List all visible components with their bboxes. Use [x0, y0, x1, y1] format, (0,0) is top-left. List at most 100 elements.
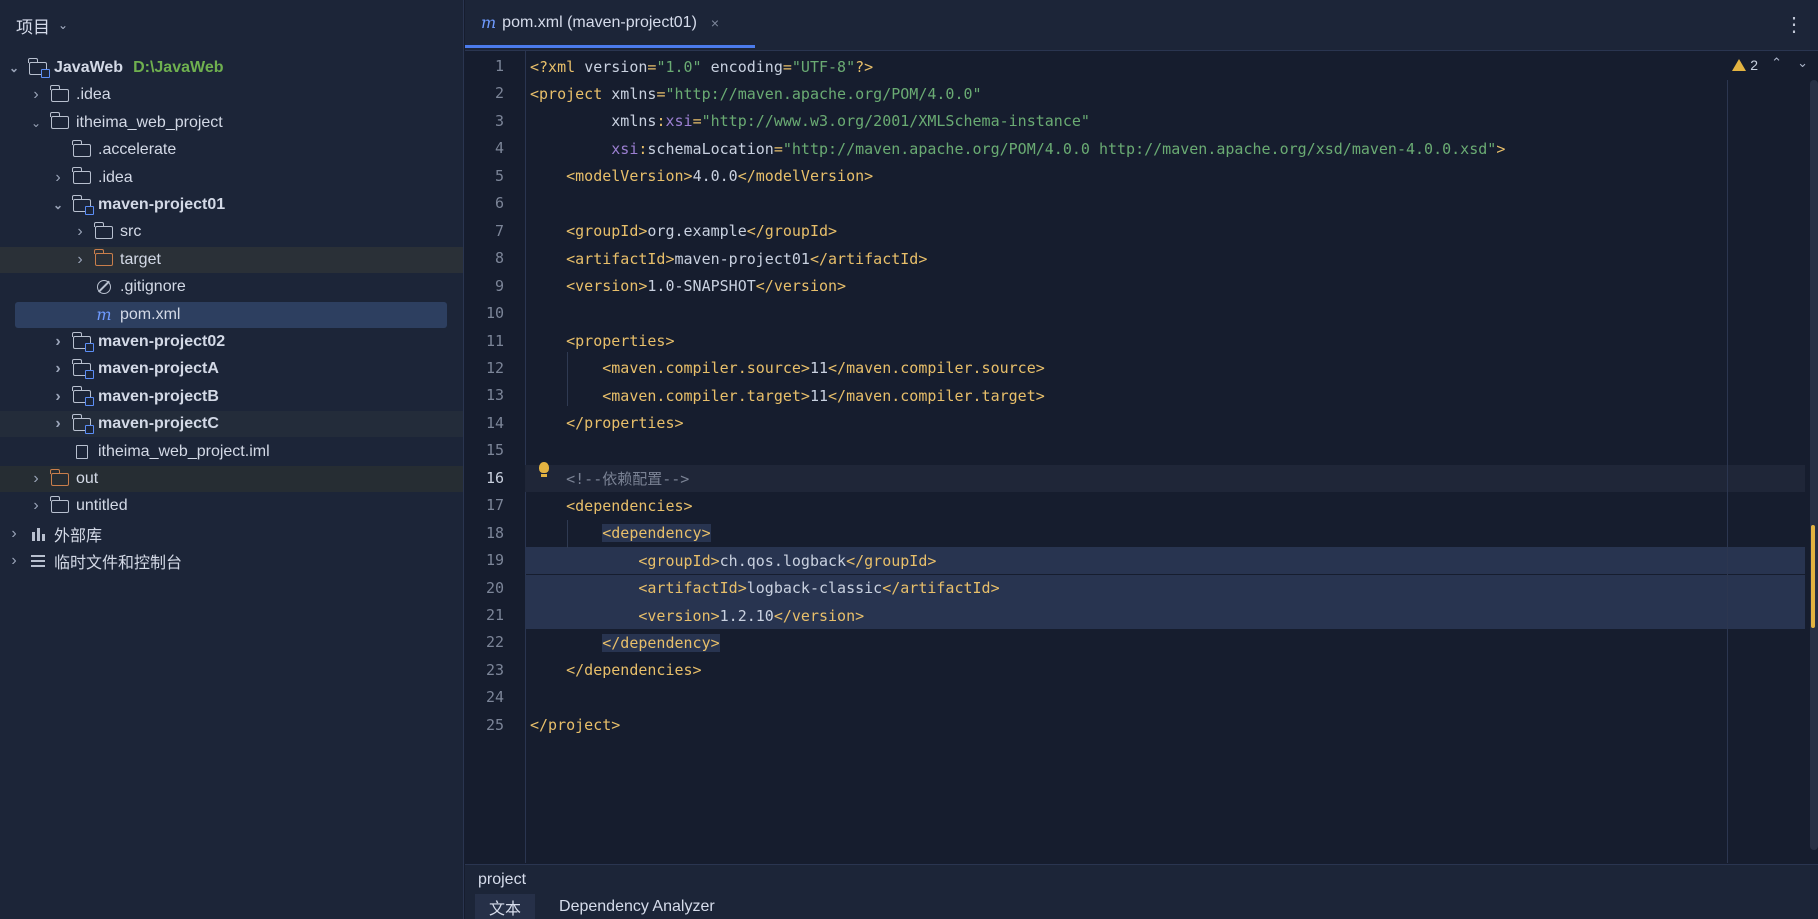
code-line[interactable]: <project xmlns="http://maven.apache.org/…	[525, 80, 1805, 107]
code-line[interactable]: </dependencies>	[525, 657, 1805, 684]
code-line[interactable]: <properties>	[525, 328, 1805, 355]
project-panel-header[interactable]: 项目 ⌄	[0, 0, 463, 50]
code-line[interactable]: <modelVersion>4.0.0</modelVersion>	[525, 163, 1805, 190]
code-line[interactable]: <maven.compiler.target>11</maven.compile…	[525, 382, 1805, 409]
chevron-right-icon[interactable]: ›	[28, 470, 44, 488]
code-editor[interactable]: 1 2 3 4 5 6 7 8 9 10 11 12 13 14 15 16 17 18 19 20 21 22 23 24 2…	[465, 51, 1818, 863]
folder-icon	[50, 112, 70, 131]
code-line[interactable]	[525, 300, 1805, 327]
code-token: <version>	[530, 277, 648, 296]
code-line[interactable]: </project>	[525, 712, 1805, 739]
code-area[interactable]: <?xml version="1.0" encoding="UTF-8"?> <p…	[525, 51, 1818, 863]
more-options-icon[interactable]: ⋮	[1784, 12, 1804, 37]
code-token: ?>	[855, 57, 874, 76]
code-token: </version>	[755, 277, 847, 296]
chevron-right-icon[interactable]: ›	[50, 415, 66, 433]
tree-item[interactable]: itheima_web_project.iml	[0, 439, 463, 465]
breadcrumb-item[interactable]: project	[478, 871, 526, 889]
chevron-up-icon[interactable]: ⌃	[1771, 55, 1782, 71]
tab-pom-xml[interactable]: m pom.xml (maven-project01) ×	[465, 0, 755, 48]
code-line[interactable]	[525, 190, 1805, 217]
tab-text[interactable]: 文本	[475, 894, 536, 919]
line-number: 9	[494, 276, 504, 295]
vertical-scrollbar[interactable]	[1810, 80, 1818, 850]
code-token: <modelVersion>	[530, 167, 693, 186]
code-line[interactable]: <artifactId>logback-classic</artifactId>	[525, 574, 1805, 602]
chevron-right-icon[interactable]: ›	[28, 497, 44, 515]
chevron-right-icon[interactable]: ›	[50, 360, 66, 378]
chevron-right-icon[interactable]: ›	[50, 388, 66, 406]
tree-item[interactable]: › src	[0, 219, 463, 245]
chevron-down-icon[interactable]: ⌄	[6, 61, 22, 75]
lightbulb-icon[interactable]	[538, 462, 550, 480]
line-number: 21	[485, 606, 504, 624]
line-number-gutter: 1 2 3 4 5 6 7 8 9 10 11 12 13 14 15 16 17 18 19 20 21 22 23 24 2…	[465, 51, 526, 863]
code-line[interactable]: <?xml version="1.0" encoding="UTF-8"?>	[525, 53, 1805, 80]
tree-item[interactable]: › maven-project02	[0, 329, 463, 355]
code-token: </artifactId>	[809, 249, 928, 268]
line-number: 17	[485, 496, 504, 515]
tree-item[interactable]: › out	[0, 466, 463, 492]
code-line[interactable]: <groupId>org.example</groupId>	[525, 218, 1805, 245]
chevron-right-icon[interactable]: ›	[6, 552, 22, 570]
code-token: org.example	[647, 222, 747, 241]
tree-item[interactable]: m pom.xml	[15, 301, 447, 328]
code-token: <maven.compiler.source>	[530, 359, 810, 378]
tree-item[interactable]: .accelerate	[0, 137, 463, 163]
tree-item[interactable]: › maven-projectC	[0, 411, 463, 438]
code-line[interactable]: <version>1.2.10</version>	[525, 602, 1805, 629]
code-line[interactable]: xmlns:xsi="http://www.w3.org/2001/XMLSch…	[525, 108, 1805, 135]
chevron-right-icon[interactable]: ›	[72, 223, 88, 241]
chevron-right-icon[interactable]: ›	[6, 525, 22, 543]
code-line[interactable]: </dependency>	[525, 629, 1805, 656]
code-line[interactable]: <dependencies>	[525, 492, 1805, 519]
code-token: <artifactId>	[530, 249, 675, 268]
chevron-down-icon[interactable]: ⌄	[28, 116, 44, 130]
chevron-right-icon[interactable]: ›	[50, 169, 66, 187]
chevron-right-icon[interactable]: ›	[28, 86, 44, 104]
tree-item[interactable]: ⌄ maven-project01	[0, 192, 463, 218]
folder-icon	[50, 84, 70, 103]
code-line[interactable]: xsi:schemaLocation="http://maven.apache.…	[525, 135, 1805, 162]
code-line[interactable]: <maven.compiler.source>11</maven.compile…	[525, 355, 1805, 382]
code-token: xmlns	[611, 84, 657, 103]
chevron-down-icon[interactable]: ⌄	[50, 198, 66, 212]
tree-item[interactable]: › maven-projectA	[0, 356, 463, 382]
tree-item[interactable]: › .idea	[0, 165, 463, 191]
tab-dependency-analyzer[interactable]: Dependency Analyzer	[545, 894, 729, 919]
code-token: </maven.compiler.source>	[828, 359, 1045, 378]
code-line[interactable]	[525, 437, 1805, 464]
code-token: </dependencies>	[530, 661, 702, 680]
chevron-down-icon[interactable]: ⌄	[58, 18, 68, 32]
line-number: 16	[485, 468, 504, 487]
breadcrumb[interactable]: project	[465, 864, 1818, 895]
code-line[interactable]: <groupId>ch.qos.logback</groupId>	[525, 547, 1805, 575]
tree-item[interactable]: › 临时文件和控制台	[0, 548, 463, 574]
code-line[interactable]: <dependency>	[525, 520, 1805, 547]
chevron-down-icon[interactable]: ⌄	[1797, 55, 1808, 71]
editor-tab-bar: m pom.xml (maven-project01) × ⋮	[465, 0, 1818, 51]
tree-item[interactable]: › target	[0, 246, 463, 273]
code-token: 1.2.10	[719, 606, 774, 625]
code-line[interactable]: <version>1.0-SNAPSHOT</version>	[525, 273, 1805, 300]
tree-item[interactable]: › untitled	[0, 493, 463, 519]
module-folder-icon	[72, 413, 94, 434]
inspection-widget[interactable]: 2	[1732, 57, 1758, 73]
code-line[interactable]: <!--依赖配置-->	[525, 464, 1805, 492]
scrollbar-warning-marker	[1811, 525, 1815, 628]
tree-item[interactable]: › maven-projectB	[0, 384, 463, 410]
module-folder-icon	[72, 331, 94, 352]
tree-item[interactable]: .gitignore	[0, 274, 463, 300]
code-token: <version>	[530, 606, 720, 625]
editor-bottom-tabs: 文本 Dependency Analyzer	[465, 894, 1818, 919]
close-icon[interactable]: ×	[711, 15, 719, 31]
code-line[interactable]: <artifactId>maven-project01</artifactId>	[525, 245, 1805, 272]
tree-item[interactable]: › .idea	[0, 82, 463, 108]
tree-item[interactable]: ⌄ itheima_web_project	[0, 110, 463, 136]
chevron-right-icon[interactable]: ›	[72, 251, 88, 269]
tree-item[interactable]: › 外部库	[0, 521, 463, 547]
chevron-right-icon[interactable]: ›	[50, 333, 66, 351]
code-line[interactable]	[525, 684, 1805, 711]
code-line[interactable]: </properties>	[525, 410, 1805, 437]
tree-item[interactable]: ⌄ JavaWeb D:\JavaWeb	[0, 55, 463, 81]
